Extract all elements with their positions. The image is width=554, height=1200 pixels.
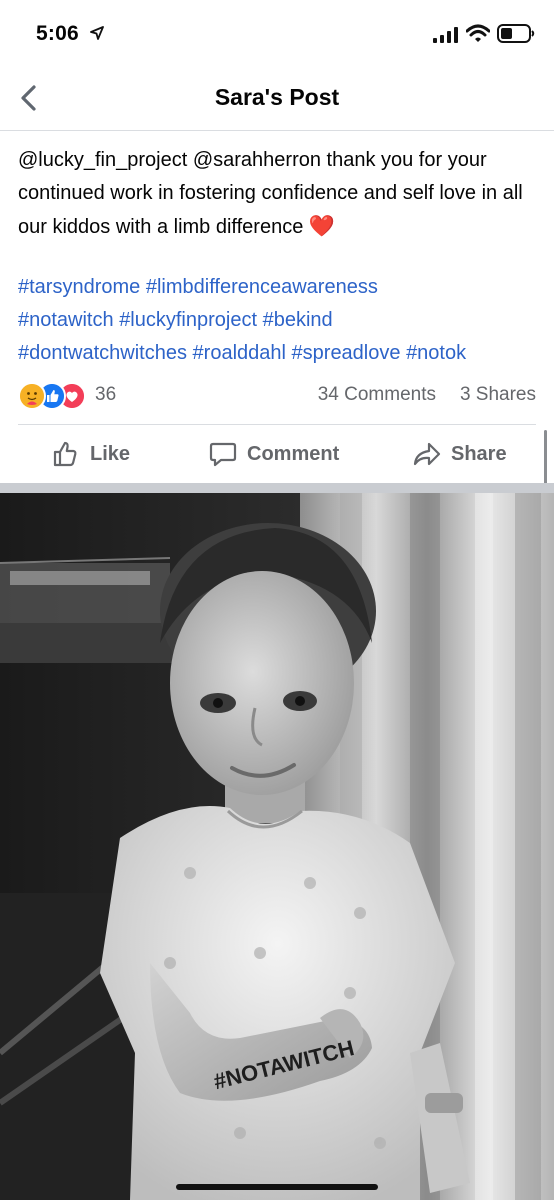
hashtag-link[interactable]: #dontwatchwitches	[18, 342, 187, 364]
scroll-indicator[interactable]	[544, 430, 547, 490]
status-time: 5:06	[36, 22, 79, 45]
comment-bubble-icon	[209, 442, 237, 467]
hashtag-link[interactable]: #notawitch	[18, 309, 114, 331]
status-bar: 5:06	[0, 0, 554, 68]
like-label: Like	[90, 442, 131, 465]
comment-label: Comment	[247, 442, 340, 465]
comments-count[interactable]: 34 Comments	[318, 384, 436, 406]
page-title: Sara's Post	[214, 84, 340, 110]
reaction-icons[interactable]	[18, 382, 92, 410]
back-button[interactable]	[12, 80, 44, 116]
section-separator	[0, 483, 554, 493]
reactions-row: 36 34 Comments 3 Shares	[18, 380, 536, 410]
like-button[interactable]: Like	[52, 439, 130, 469]
location-arrow-icon	[90, 26, 104, 40]
care-reaction-icon	[18, 382, 46, 410]
hashtags: #tarsyndrome #limbdifferenceawareness #n…	[18, 271, 538, 370]
chevron-left-icon	[21, 85, 36, 111]
hashtag-link[interactable]: #luckyfinproject	[119, 309, 257, 331]
post-body: @lucky_fin_project @sarahherron thank yo…	[18, 144, 538, 370]
wifi-icon	[466, 24, 490, 42]
share-label: Share	[451, 442, 507, 465]
post-text-content: @lucky_fin_project @sarahherron thank yo…	[18, 149, 523, 238]
share-arrow-icon	[413, 442, 441, 466]
hashtag-link[interactable]: #spreadlove	[292, 342, 401, 364]
post-text: @lucky_fin_project @sarahherron thank yo…	[18, 144, 538, 244]
post-photo[interactable]: #NOTAWITCH	[0, 493, 554, 1200]
action-bar: Like Comment Share	[0, 425, 554, 483]
child-photo-image: #NOTAWITCH	[0, 493, 554, 1200]
hashtag-link[interactable]: #tarsyndrome	[18, 276, 140, 298]
heart-emoji: ❤️	[308, 215, 336, 238]
hashtag-link[interactable]: #roalddahl	[193, 342, 286, 364]
nav-bar: Sara's Post	[0, 68, 554, 131]
reaction-count[interactable]: 36	[95, 384, 116, 406]
hashtag-link[interactable]: #limbdifferenceawareness	[146, 276, 378, 298]
home-indicator[interactable]	[176, 1184, 378, 1190]
thumbs-up-icon	[53, 441, 77, 467]
hashtag-link[interactable]: #bekind	[263, 309, 333, 331]
shares-count[interactable]: 3 Shares	[460, 384, 536, 406]
comment-button[interactable]: Comment	[209, 439, 339, 469]
share-button[interactable]: Share	[413, 439, 507, 469]
hashtag-link[interactable]: #notok	[406, 342, 466, 364]
battery-icon	[497, 24, 535, 43]
cellular-signal-icon	[433, 27, 458, 43]
